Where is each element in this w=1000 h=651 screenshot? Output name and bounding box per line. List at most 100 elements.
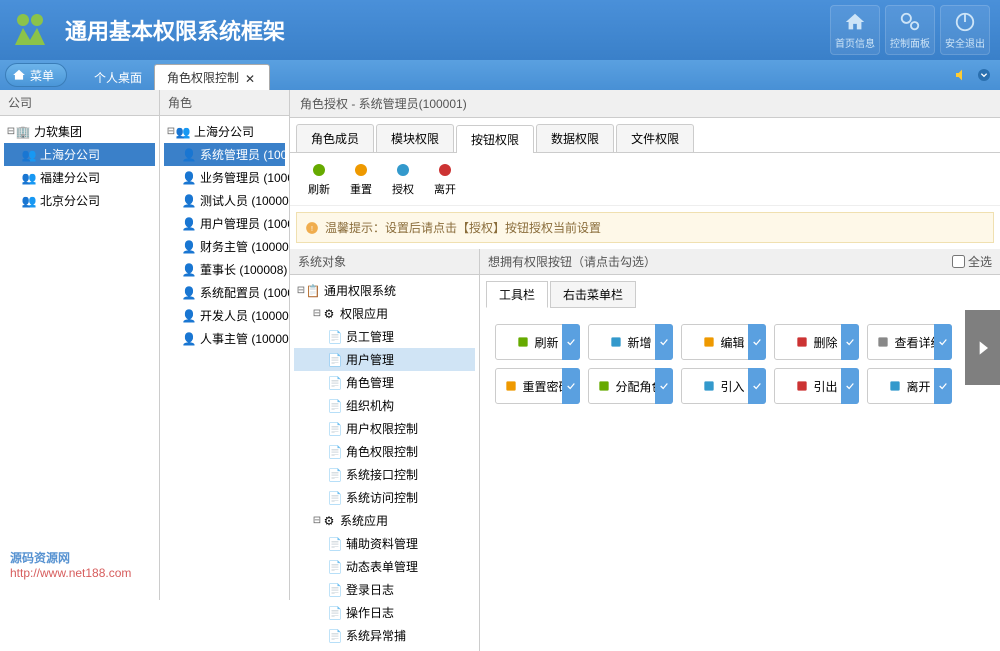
expand-icon[interactable]: ⊟ <box>312 308 322 319</box>
content-tab[interactable]: 角色成员 <box>296 124 374 152</box>
obj-item[interactable]: 📄用户管理 <box>294 348 475 371</box>
menu-label: 菜单 <box>30 67 54 84</box>
toolbar: 刷新重置授权离开 <box>290 153 1000 206</box>
obj-item[interactable]: 📄登录日志 <box>294 578 475 601</box>
page-icon: 📄 <box>328 330 342 344</box>
expand-icon[interactable]: ⊟ <box>6 126 16 137</box>
obj-item[interactable]: 📄辅助资料管理 <box>294 532 475 555</box>
org-icon: 👥 <box>176 125 190 139</box>
role-item[interactable]: 👤财务主管 (100005) <box>164 235 285 258</box>
tip-text: 温馨提示：设置后请点击【授权】按钮授权当前设置 <box>325 219 601 236</box>
role-item[interactable]: 👤业务管理员 (100004) <box>164 166 285 189</box>
role-root[interactable]: ⊟ 👥 上海分公司 <box>164 120 285 143</box>
obj-tree: ⊟ 📋 通用权限系统 ⊟⚙权限应用📄员工管理📄用户管理📄角色管理📄组织机构📄用户… <box>290 275 479 651</box>
expand-icon[interactable]: ⊟ <box>296 285 306 296</box>
content-panel: 角色授权 - 系统管理员(100001) 角色成员模块权限按钮权限数据权限文件权… <box>290 90 1000 600</box>
perm-card[interactable]: 新增 <box>588 324 673 360</box>
obj-item[interactable]: 📄角色管理 <box>294 371 475 394</box>
content-tab[interactable]: 模块权限 <box>376 124 454 152</box>
collapse-icon[interactable] <box>976 67 992 83</box>
page-icon: 📄 <box>328 422 342 436</box>
page-icon: 📄 <box>328 376 342 390</box>
next-arrow[interactable] <box>965 310 1000 385</box>
permission-panel: 想拥有权限按钮（请点击勾选） 全选 工具栏 右击菜单栏 刷新新增编辑删除查看详细… <box>480 249 1000 651</box>
toolbar-刷新[interactable]: 刷新 <box>300 159 338 199</box>
role-item[interactable]: 👤系统配置员 (100003) <box>164 281 285 304</box>
perm-card[interactable]: 引入 <box>681 368 766 404</box>
perm-card[interactable]: 刷新 <box>495 324 580 360</box>
user-icon: 👤 <box>182 332 196 346</box>
perm-grid: 刷新新增编辑删除查看详细重置密码分配角色引入引出离开 <box>480 314 1000 414</box>
obj-item[interactable]: 📄员工管理 <box>294 325 475 348</box>
obj-item[interactable]: 📄系统接口控制 <box>294 463 475 486</box>
role-item[interactable]: 👤系统管理员 (100001) <box>164 143 285 166</box>
close-icon[interactable]: ✕ <box>245 72 257 84</box>
role-item[interactable]: 👤测试人员 (100007) <box>164 189 285 212</box>
role-panel: 角色 ⊟ 👥 上海分公司 👤系统管理员 (100001)👤业务管理员 (1000… <box>160 90 290 600</box>
app-title: 通用基本权限系统框架 <box>65 14 830 46</box>
obj-item[interactable]: 📄系统访问控制 <box>294 486 475 509</box>
control-panel-button[interactable]: 控制面板 <box>885 5 935 55</box>
app-logo-icon <box>10 10 50 50</box>
check-all-box[interactable] <box>952 255 965 268</box>
system-icon: 📋 <box>306 284 320 298</box>
page-icon: 📄 <box>328 399 342 413</box>
logout-button[interactable]: 安全退出 <box>940 5 990 55</box>
content-title: 角色授权 - 系统管理员(100001) <box>290 90 1000 118</box>
role-item[interactable]: 👤董事长 (100008) <box>164 258 285 281</box>
tab-desktop[interactable]: 个人桌面 <box>82 64 154 90</box>
content-tab[interactable]: 按钮权限 <box>456 125 534 153</box>
sound-icon[interactable] <box>954 67 970 83</box>
expand-icon[interactable]: ⊟ <box>312 515 322 526</box>
perm-card[interactable]: 编辑 <box>681 324 766 360</box>
user-icon: 👤 <box>182 194 196 208</box>
obj-item[interactable]: 📄角色权限控制 <box>294 440 475 463</box>
toolbar-授权[interactable]: 授权 <box>384 159 422 199</box>
role-item[interactable]: 👤开发人员 (100006) <box>164 304 285 327</box>
company-item-shanghai[interactable]: 👥 上海分公司 <box>4 143 155 166</box>
obj-group[interactable]: ⊟⚙系统应用 <box>294 509 475 532</box>
role-tree: ⊟ 👥 上海分公司 👤系统管理员 (100001)👤业务管理员 (100004)… <box>160 116 289 600</box>
obj-header: 系统对象 <box>290 249 479 275</box>
perm-tab-toolbar[interactable]: 工具栏 <box>486 281 548 308</box>
company-item-beijing[interactable]: 👥 北京分公司 <box>4 189 155 212</box>
obj-item[interactable]: 📄动态表单管理 <box>294 555 475 578</box>
tip-bar: ! 温馨提示：设置后请点击【授权】按钮授权当前设置 <box>296 212 994 243</box>
obj-item[interactable]: 📄操作日志 <box>294 601 475 624</box>
menu-button[interactable]: 菜单 <box>5 63 67 87</box>
company-root[interactable]: ⊟ 🏢 力软集团 <box>4 120 155 143</box>
toolbar-离开[interactable]: 离开 <box>426 159 464 199</box>
cp-label: 控制面板 <box>890 35 930 50</box>
obj-item[interactable]: 📄组织机构 <box>294 394 475 417</box>
obj-group[interactable]: ⊟⚙权限应用 <box>294 302 475 325</box>
perm-card[interactable]: 重置密码 <box>495 368 580 404</box>
check-all[interactable]: 全选 <box>952 253 992 270</box>
perm-tab-context[interactable]: 右击菜单栏 <box>550 281 636 308</box>
perm-card[interactable]: 查看详细 <box>867 324 952 360</box>
header-actions: 首页信息 控制面板 安全退出 <box>830 5 990 55</box>
gear-icon: ⚙ <box>322 307 336 321</box>
user-icon: 👤 <box>182 240 196 254</box>
company-panel: 公司 ⊟ 🏢 力软集团 👥 上海分公司 👥 福建分公司 👥 北京分公司 <box>0 90 160 600</box>
header: 通用基本权限系统框架 首页信息 控制面板 安全退出 <box>0 0 1000 60</box>
company-item-fujian[interactable]: 👥 福建分公司 <box>4 166 155 189</box>
obj-item[interactable]: 📄用户权限控制 <box>294 417 475 440</box>
perm-card[interactable]: 分配角色 <box>588 368 673 404</box>
home-label: 首页信息 <box>835 35 875 50</box>
content-tab[interactable]: 文件权限 <box>616 124 694 152</box>
role-item[interactable]: 👤用户管理员 (100002) <box>164 212 285 235</box>
page-icon: 📄 <box>328 468 342 482</box>
content-tab[interactable]: 数据权限 <box>536 124 614 152</box>
role-item[interactable]: 👤人事主管 (100009) <box>164 327 285 350</box>
perm-card[interactable]: 引出 <box>774 368 859 404</box>
tab-role-permission[interactable]: 角色权限控制 ✕ <box>154 64 270 90</box>
expand-icon[interactable]: ⊟ <box>166 126 176 137</box>
toolbar-重置[interactable]: 重置 <box>342 159 380 199</box>
home-button[interactable]: 首页信息 <box>830 5 880 55</box>
perm-card[interactable]: 删除 <box>774 324 859 360</box>
user-icon: 👤 <box>182 217 196 231</box>
building-icon: 🏢 <box>16 125 30 139</box>
perm-card[interactable]: 离开 <box>867 368 952 404</box>
obj-item[interactable]: 📄系统异常捕 <box>294 624 475 647</box>
obj-root[interactable]: ⊟ 📋 通用权限系统 <box>294 279 475 302</box>
